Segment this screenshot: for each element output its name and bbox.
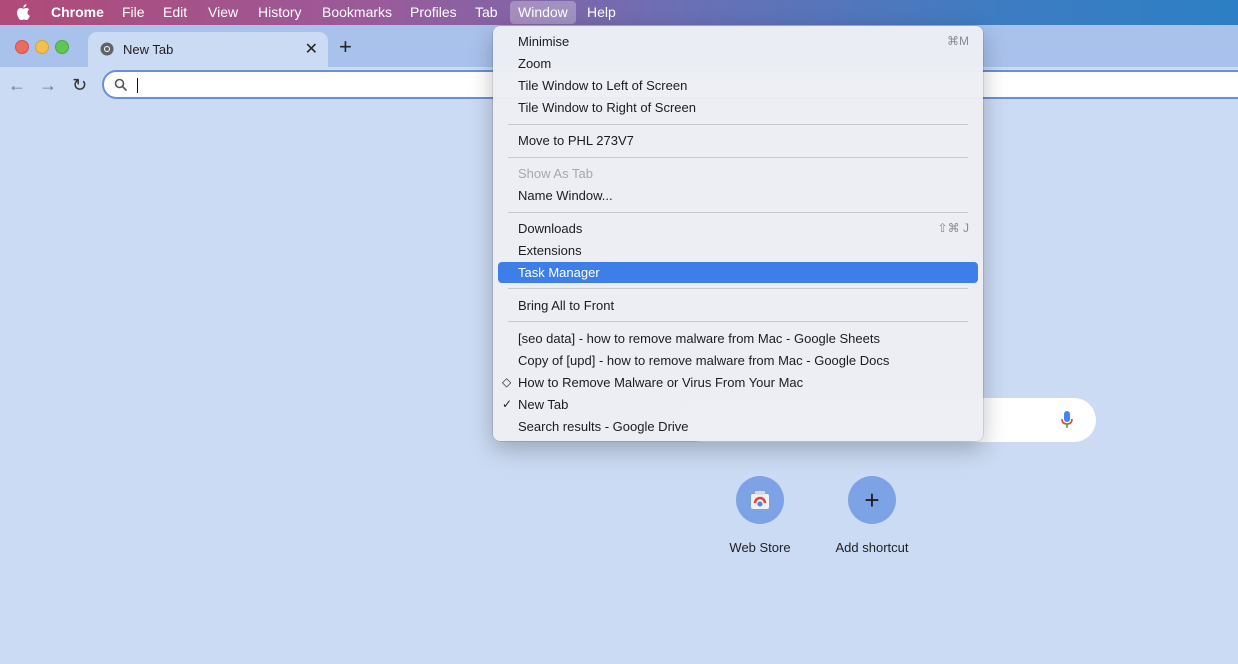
web-store-icon <box>736 476 784 524</box>
menu-bar: Chrome File Edit View History Bookmarks … <box>0 0 1238 25</box>
menu-item-window-entry[interactable]: ◇ How to Remove Malware or Virus From Yo… <box>498 372 978 393</box>
checkmark-icon: ✓ <box>502 397 513 411</box>
menu-separator <box>508 124 968 125</box>
menu-item-show-as-tab: Show As Tab <box>518 166 593 181</box>
shortcut-label: Add shortcut <box>835 540 909 555</box>
minimize-window-button[interactable] <box>35 40 49 54</box>
back-button[interactable]: ← <box>8 75 26 96</box>
add-icon: + <box>848 476 896 524</box>
menu-tab[interactable]: Tab <box>467 0 506 25</box>
menu-item-minimise[interactable]: Minimise ⌘M <box>498 31 978 52</box>
shortcut-web-store[interactable]: Web Store <box>700 476 820 555</box>
menu-item-extensions[interactable]: Extensions <box>498 240 978 261</box>
tab-close-icon[interactable]: ✕ <box>305 39 318 59</box>
shortcut-add[interactable]: + Add shortcut <box>812 476 932 555</box>
menu-edit[interactable]: Edit <box>155 0 195 25</box>
menu-item-name-window[interactable]: Name Window... <box>498 185 978 206</box>
shortcut-label: Web Store <box>729 540 791 555</box>
reload-button[interactable]: ↻ <box>72 75 87 96</box>
menu-separator <box>508 157 968 158</box>
menu-history[interactable]: History <box>250 0 310 25</box>
menu-help[interactable]: Help <box>579 0 624 25</box>
menu-separator <box>508 321 968 322</box>
menu-profiles[interactable]: Profiles <box>402 0 465 25</box>
text-caret <box>137 78 138 93</box>
search-icon <box>114 78 128 92</box>
menu-separator <box>508 288 968 289</box>
menu-item-window-entry[interactable]: [seo data] - how to remove malware from … <box>498 328 978 349</box>
close-window-button[interactable] <box>15 40 29 54</box>
menu-window[interactable]: Window <box>510 1 576 24</box>
new-tab-button[interactable]: + <box>339 36 352 58</box>
menu-separator <box>508 212 968 213</box>
shortcut-hint: ⌘M <box>947 34 969 48</box>
microphone-icon[interactable] <box>1061 411 1073 429</box>
zoom-window-button[interactable] <box>55 40 69 54</box>
diamond-icon: ◇ <box>502 375 512 389</box>
menu-file[interactable]: File <box>114 0 153 25</box>
menu-item-tile-right[interactable]: Tile Window to Right of Screen <box>498 97 978 118</box>
menu-item-zoom[interactable]: Zoom <box>498 53 978 74</box>
menu-item-window-entry[interactable]: Copy of [upd] - how to remove malware fr… <box>498 350 978 371</box>
menu-item-tile-left[interactable]: Tile Window to Left of Screen <box>498 75 978 96</box>
menu-chrome[interactable]: Chrome <box>43 0 112 25</box>
apple-icon[interactable] <box>8 0 38 25</box>
window-menu-dropdown: Minimise ⌘M Zoom Tile Window to Left of … <box>493 26 983 441</box>
menu-item-window-entry[interactable]: ✓ New Tab <box>498 394 978 415</box>
menu-item-move-to-display[interactable]: Move to PHL 273V7 <box>498 130 978 151</box>
tab-title: New Tab <box>123 42 174 57</box>
tab-new-tab[interactable]: New Tab ✕ <box>88 32 328 67</box>
menu-item-window-entry[interactable]: Search results - Google Drive <box>498 416 978 437</box>
menu-bookmarks[interactable]: Bookmarks <box>314 0 400 25</box>
shortcut-hint: ⇧⌘ J <box>937 221 969 235</box>
forward-button[interactable]: → <box>39 75 57 96</box>
menu-item-downloads[interactable]: Downloads ⇧⌘ J <box>498 218 978 239</box>
menu-view[interactable]: View <box>200 0 246 25</box>
menu-item-bring-all-to-front[interactable]: Bring All to Front <box>498 295 978 316</box>
menu-item-task-manager[interactable]: Task Manager <box>498 262 978 283</box>
chrome-icon <box>100 42 114 56</box>
